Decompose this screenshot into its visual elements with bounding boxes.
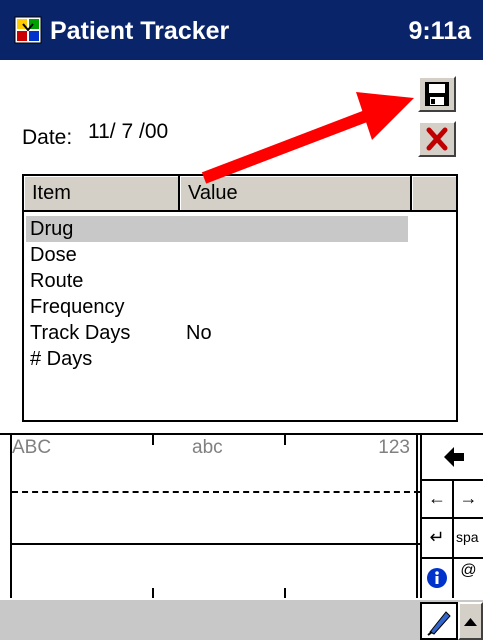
backspace-key[interactable] [420,435,483,481]
app-title: Patient Tracker [50,17,230,45]
writing-line [12,543,420,545]
zone-tick [152,588,154,598]
uppercase-zone-label: ABC [12,437,52,458]
value-cell: No [186,322,212,344]
item-cell: Frequency [30,296,125,318]
zone-tick [284,435,286,445]
column-header-item[interactable]: Item [24,176,180,210]
date-field[interactable]: 11/ 7 /00 [88,120,168,144]
table-row[interactable]: Drug [24,214,456,242]
side-keys: ← → ↵ spa @ [420,435,483,598]
red-x-icon [426,127,448,151]
cancel-button[interactable] [418,121,456,157]
item-cell: Drug [30,218,74,240]
column-header-value[interactable]: Value [180,176,412,210]
symbols-key[interactable]: @ [452,559,483,598]
space-key-label: spa [456,529,479,545]
item-cell: Route [30,270,84,292]
table-body: Drug Dose Route Frequency Track Days No … [24,214,456,370]
backspace-icon [443,447,464,467]
table-row[interactable]: Frequency [24,292,456,318]
input-method-menu-button[interactable] [458,602,483,640]
app-icon[interactable] [14,16,42,44]
enter-key[interactable]: ↵ [420,519,452,559]
triangle-up-icon [464,618,477,626]
info-key[interactable] [420,559,452,598]
number-zone-label: 123 [378,437,410,458]
zone-tick [284,588,286,598]
table-row[interactable]: # Days [24,344,456,370]
enter-icon: ↵ [429,527,445,547]
table-row[interactable]: Route [24,266,456,292]
title-bar: Patient Tracker 9:11a [0,0,483,60]
item-cell: # Days [30,348,93,370]
column-header-extra[interactable] [412,176,456,210]
cursor-left-key[interactable]: ← [420,481,452,519]
input-panel-button[interactable] [420,602,458,640]
space-key[interactable]: spa [452,519,483,559]
baseline-guide [12,491,420,493]
table-header: Item Value [24,176,456,212]
zone-tick [152,435,154,445]
save-button[interactable] [418,76,456,112]
date-label: Date: [22,126,73,149]
at-symbol-icon: @ [460,562,477,579]
floppy-disk-icon [425,82,449,106]
table-row[interactable]: Track Days No [24,318,456,344]
pen-icon [427,611,451,636]
item-cell: Track Days [30,322,131,344]
arrow-left-icon: ← [428,488,446,508]
clock[interactable]: 9:11a [408,17,471,46]
item-value-table: Item Value Drug Dose Route Frequency Tra… [22,174,458,422]
handwriting-input-panel: ABC abc 123 ← → ↵ spa @ [0,433,483,598]
menu-bar [0,598,483,640]
cursor-right-key[interactable]: → [452,481,483,519]
lowercase-zone-label: abc [192,437,223,458]
item-cell: Dose [30,244,77,266]
info-icon [427,568,447,588]
arrow-right-icon: → [459,488,478,508]
table-row[interactable]: Dose [24,240,456,266]
handwriting-area[interactable]: ABC abc 123 [10,435,420,598]
